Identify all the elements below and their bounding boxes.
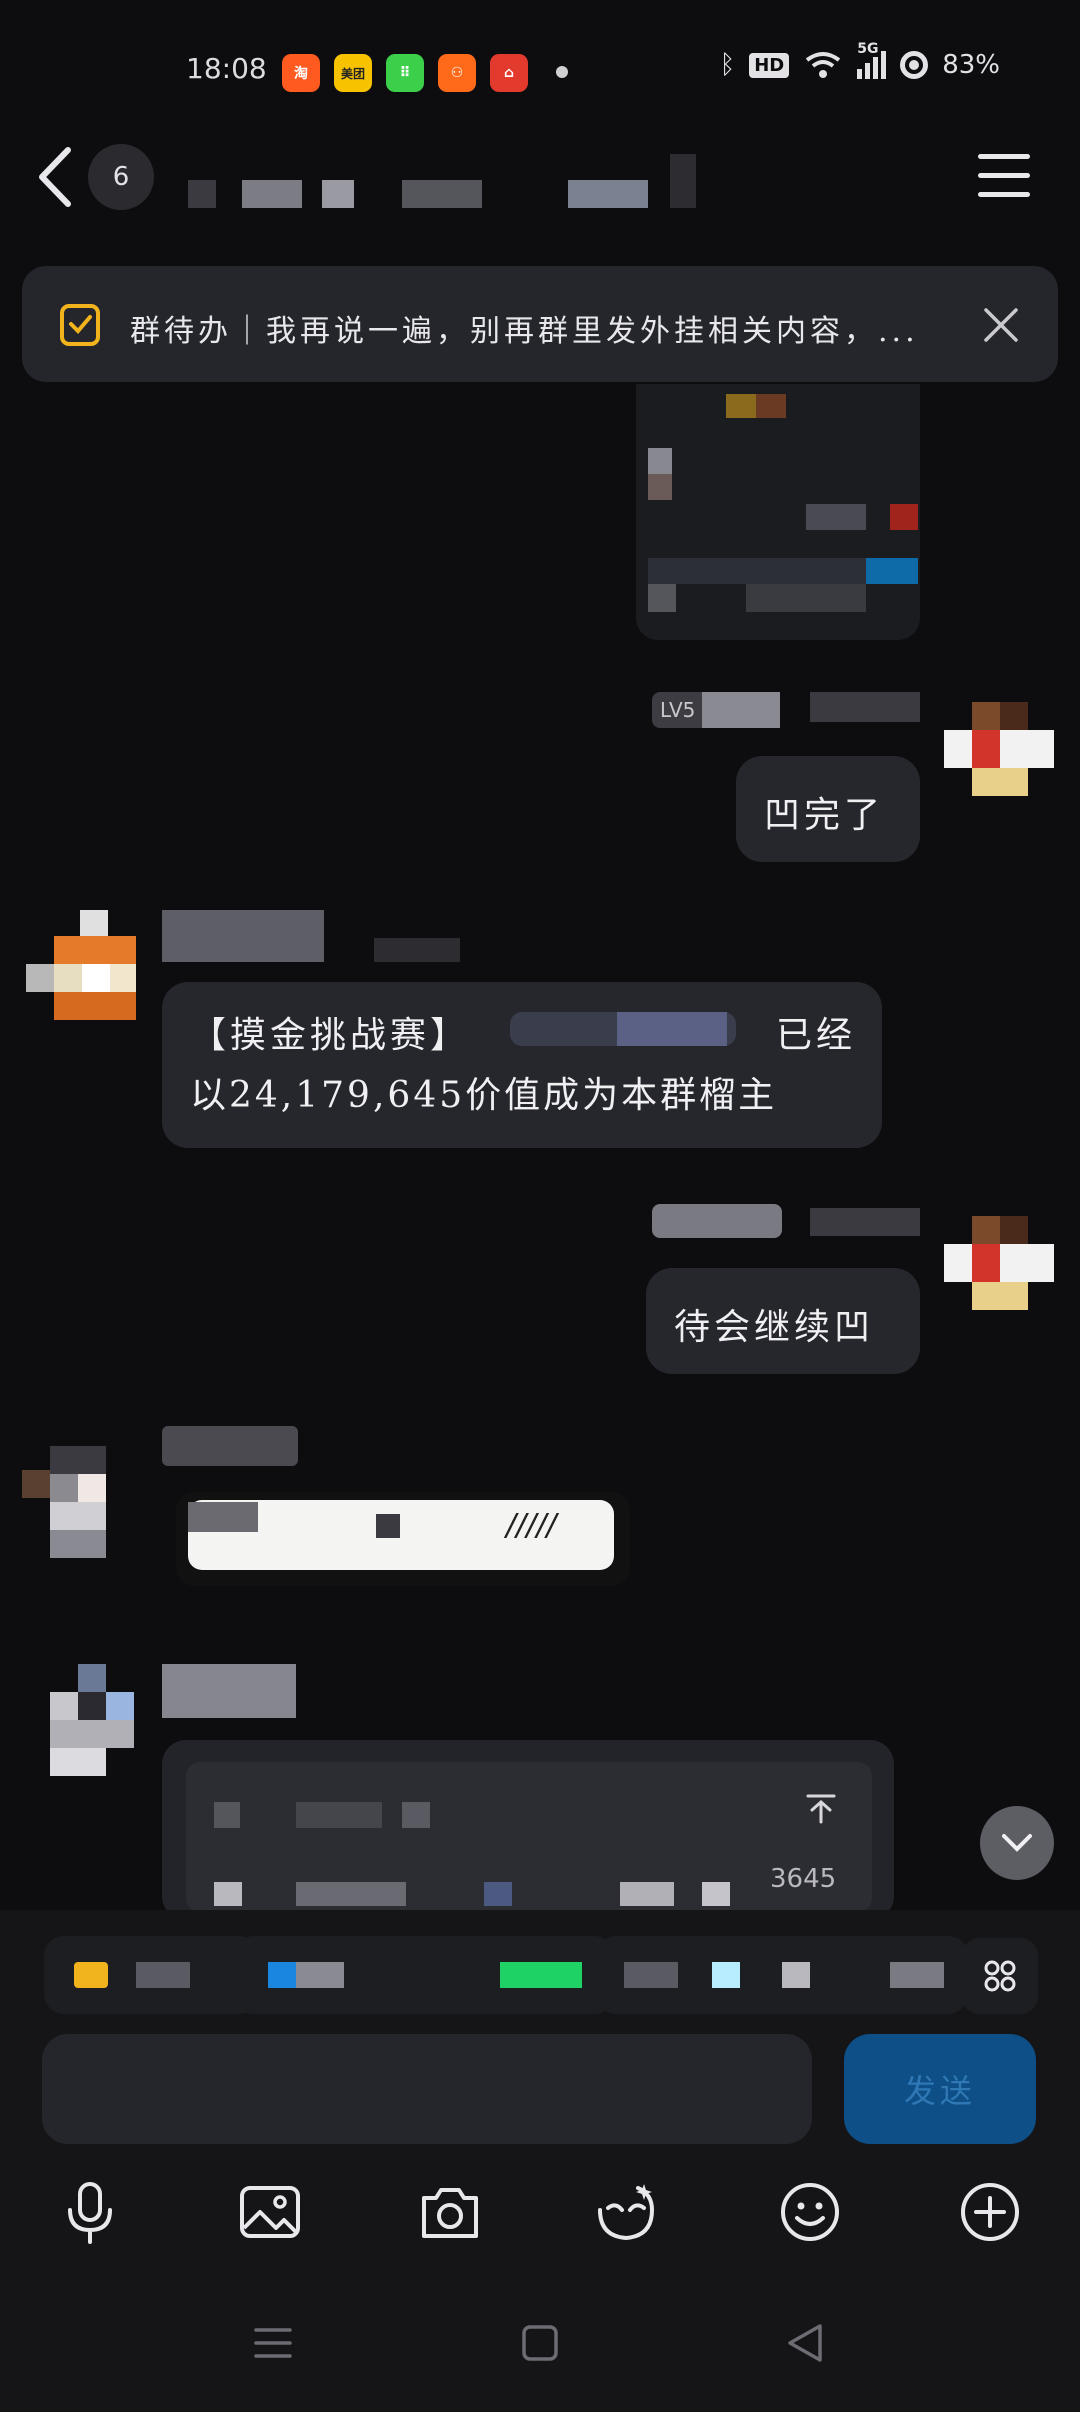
battery-percent: 83% [942, 50, 1000, 80]
own-avatar[interactable] [944, 1206, 1054, 1318]
menu-icon[interactable] [978, 154, 1030, 198]
message-text: 待会继续凹 [674, 1307, 875, 1348]
member-nickname-redacted-2 [162, 1664, 296, 1718]
grid-icon [984, 1960, 1016, 1992]
own-nickname-redacted [810, 692, 920, 722]
member-nickname-redacted [162, 1426, 298, 1466]
camera-icon[interactable] [418, 2180, 482, 2244]
own-message-bubble[interactable]: 待会继续凹 [646, 1268, 920, 1374]
own-avatar[interactable] [944, 692, 1054, 804]
battery-icon [900, 51, 929, 79]
back-nav-icon[interactable] [782, 2320, 828, 2366]
image-icon[interactable] [238, 2180, 302, 2244]
scroll-to-top-icon[interactable] [804, 1792, 838, 1826]
sticker-text: ///// [506, 1508, 557, 1543]
taobao-icon: 淘 [282, 54, 320, 92]
send-button[interactable]: 发送 [844, 2034, 1036, 2144]
status-app-icons: 淘 美团 ⠿ ⚇ ⌂ [282, 54, 528, 92]
bot-nickname-redacted [162, 910, 324, 962]
todo-banner-text[interactable]: 群待办｜我再说一遍，别再群里发外挂相关内容，... [130, 306, 919, 350]
bluetooth-icon: ᛒ [719, 50, 736, 80]
recent-item-chip[interactable] [596, 1936, 968, 2014]
message-input[interactable] [42, 2034, 812, 2144]
meituan-icon: 美团 [334, 54, 372, 92]
message-line1-prefix: 【摸金挑战赛】 [190, 1015, 471, 1056]
app-red-icon: ⌂ [490, 54, 528, 92]
todo-clipboard-icon [60, 304, 100, 346]
hd-badge: HD [749, 52, 790, 78]
recent-item-chip[interactable] [44, 1936, 258, 2014]
signal-icon: 5G [857, 41, 887, 79]
home-nav-icon[interactable] [517, 2320, 563, 2366]
member-avatar-2[interactable] [22, 1664, 134, 1776]
notification-dot [556, 66, 568, 78]
bot-avatar[interactable] [26, 910, 136, 1020]
emoji-icon[interactable] [778, 2180, 842, 2244]
app-green-icon: ⠿ [386, 54, 424, 92]
scroll-down-button[interactable] [980, 1806, 1054, 1880]
chat-title-redacted[interactable] [180, 154, 700, 208]
apps-grid-button[interactable] [962, 1938, 1038, 2014]
microphone-icon[interactable] [58, 2180, 122, 2244]
kuaishou-icon: ⚇ [438, 54, 476, 92]
bot-message-bubble[interactable]: 【摸金挑战赛】 已经 以24,179,645价值成为本群榴主 [162, 982, 882, 1148]
status-time: 18:08 [186, 52, 267, 85]
back-arrow-icon[interactable] [30, 142, 90, 212]
close-icon[interactable] [982, 306, 1020, 344]
member-avatar[interactable] [22, 1446, 134, 1558]
recent-items-strip[interactable] [40, 1936, 1040, 2014]
sticker-mask-icon[interactable] [594, 2180, 658, 2244]
own-message-bubble[interactable]: 凹完了 [736, 756, 920, 862]
wifi-icon [806, 52, 841, 78]
message-line1-suffix: 已经 [776, 1015, 857, 1056]
redacted-message-card[interactable] [636, 384, 920, 640]
quote-card[interactable]: 3645 [162, 1740, 894, 1920]
recent-item-chip[interactable] [234, 1936, 614, 2014]
message-text: 凹完了 [764, 795, 885, 836]
unread-count-badge[interactable]: 6 [88, 144, 154, 210]
add-more-icon[interactable] [958, 2180, 1022, 2244]
recent-apps-nav-icon[interactable] [250, 2320, 296, 2366]
status-indicators: ᛒ HD 5G 83% [719, 41, 1000, 80]
network-label: 5G [857, 41, 879, 57]
message-line2: 以24,179,645价值成为本群榴主 [190, 1075, 778, 1116]
own-level-badge: LV5 [652, 692, 780, 728]
level-label: LV5 [660, 698, 696, 722]
chevron-down-icon [1002, 1834, 1032, 1852]
sticker-image[interactable]: ///// [176, 1492, 630, 1586]
quote-value-fragment: 3645 [770, 1864, 837, 1894]
own-nickname-redacted-2 [652, 1204, 782, 1238]
